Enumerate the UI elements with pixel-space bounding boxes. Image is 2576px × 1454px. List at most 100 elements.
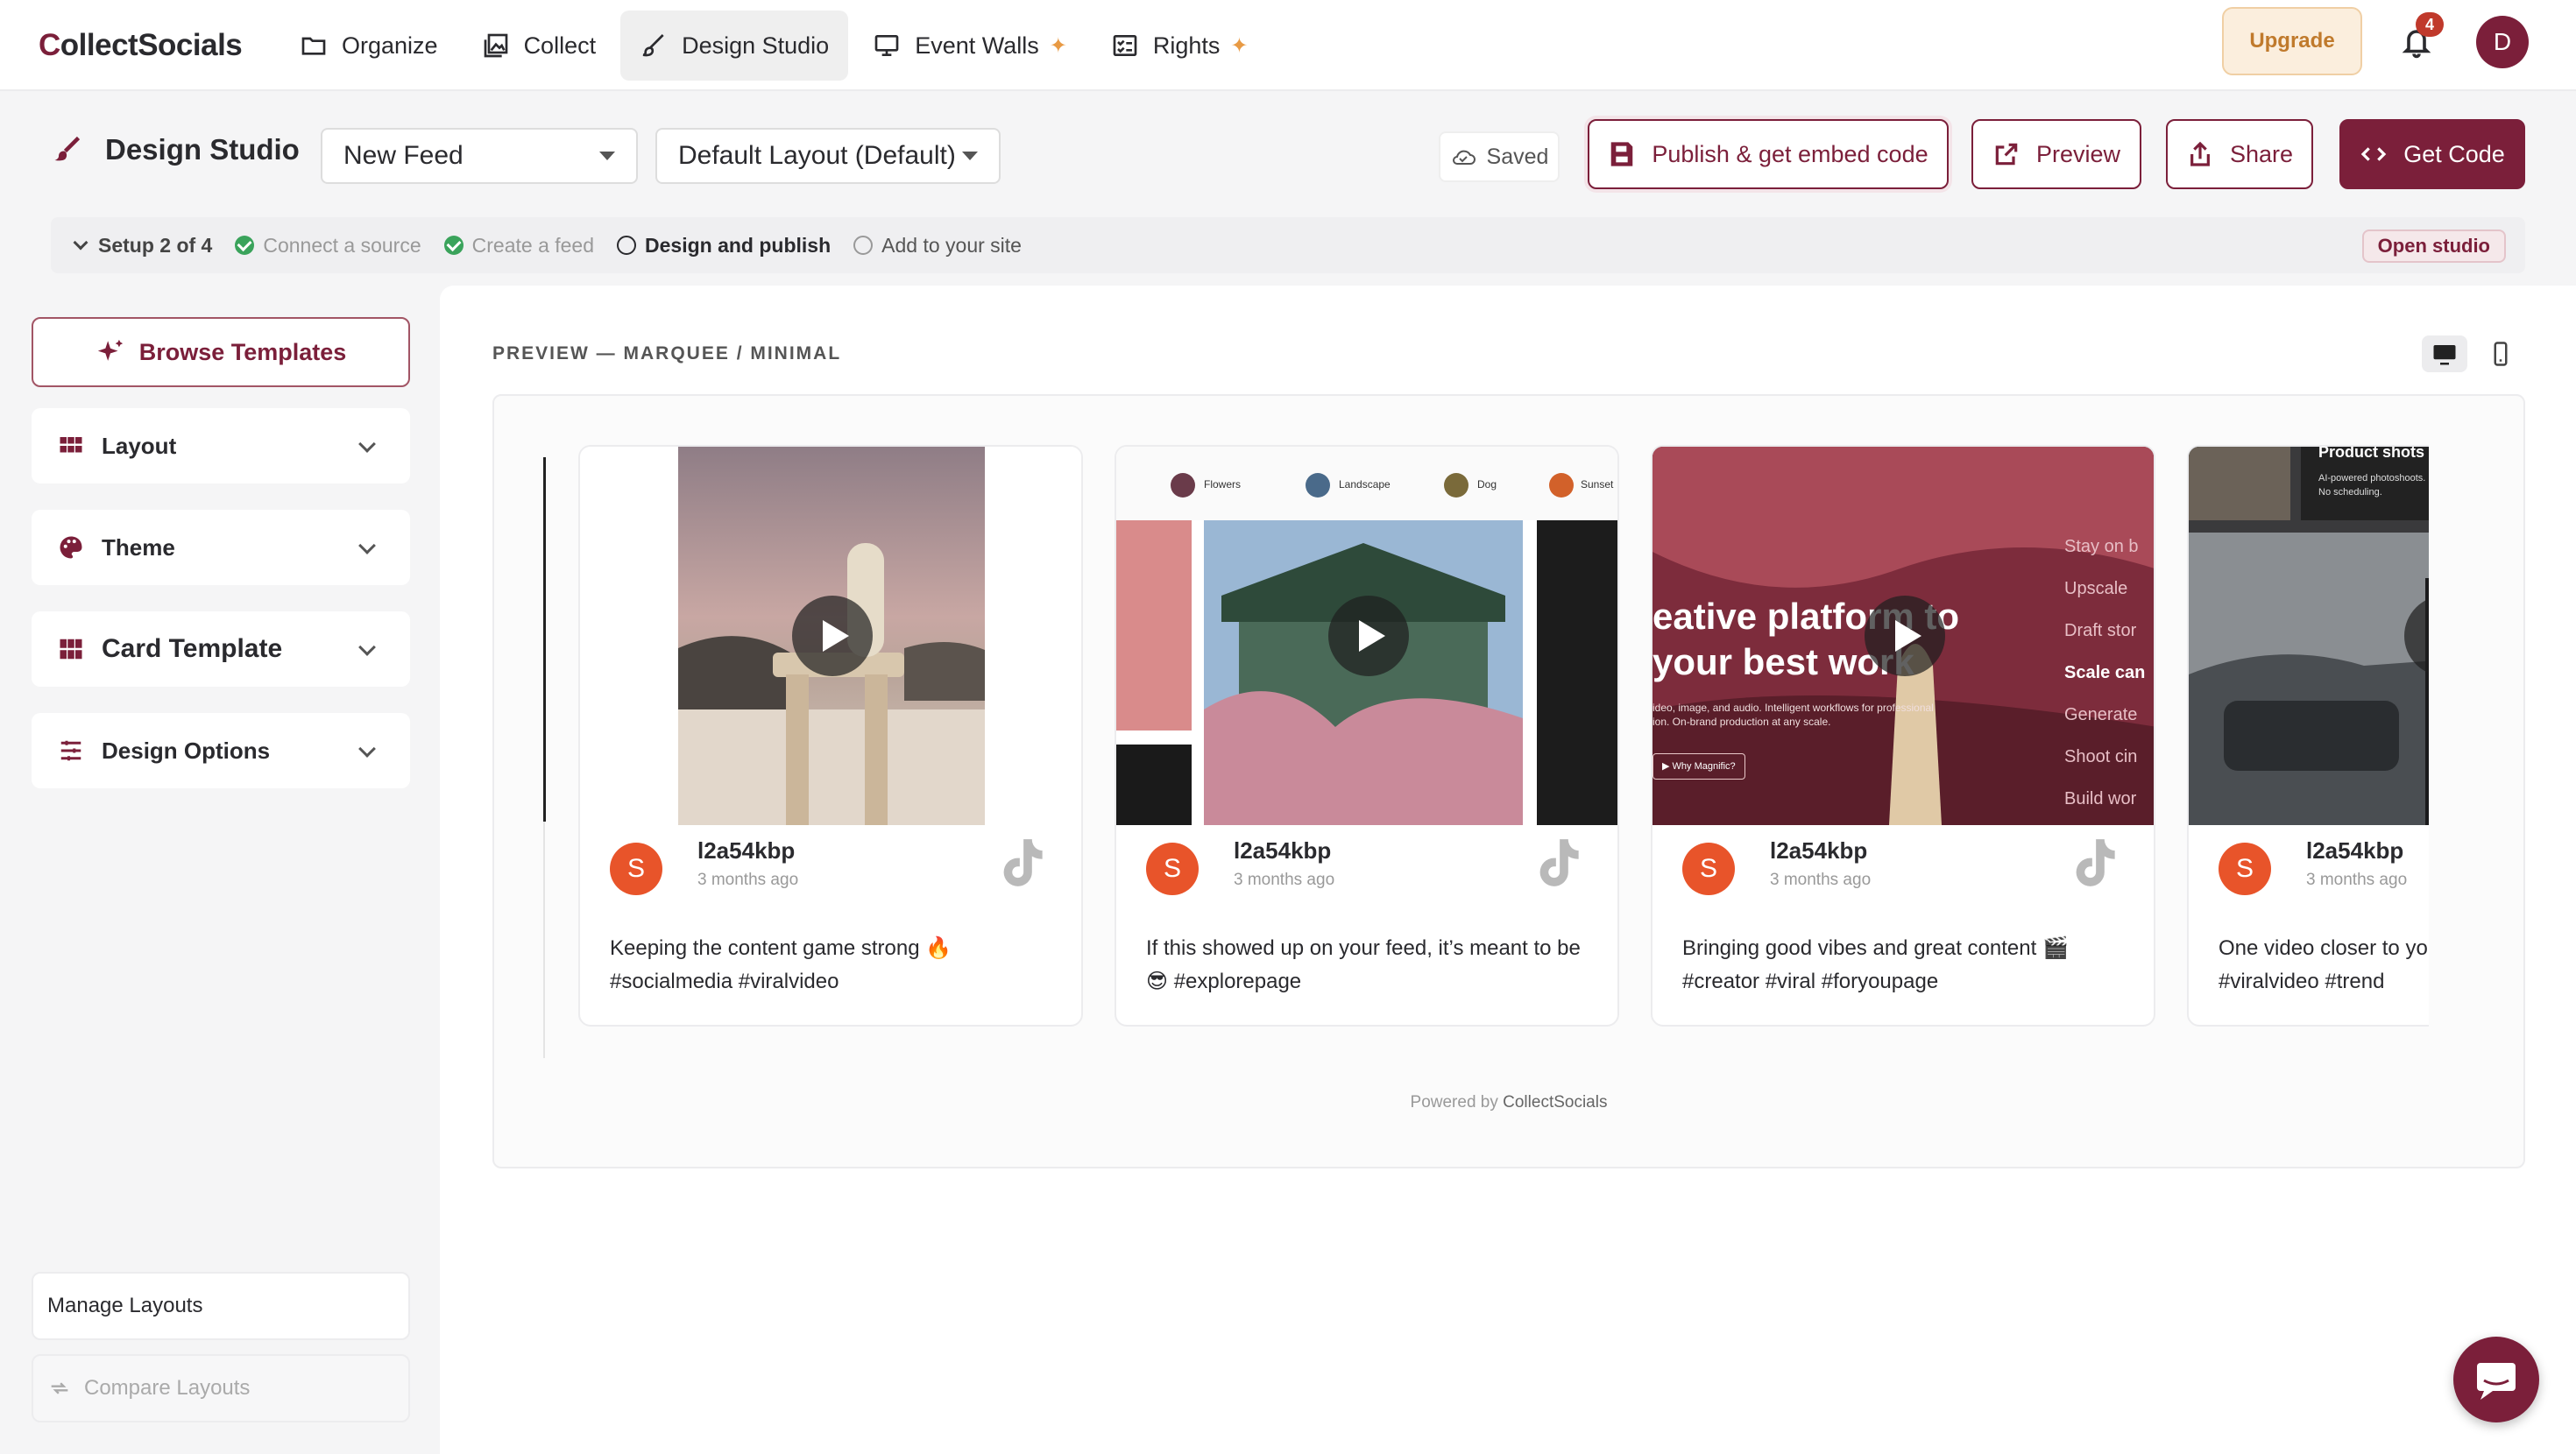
post-card[interactable]: eative platform to your best work ideo, … xyxy=(1651,445,2155,1027)
compare-icon xyxy=(51,1382,68,1394)
browse-templates-button[interactable]: Browse Templates xyxy=(32,317,410,387)
setup-step-create[interactable]: Create a feed xyxy=(443,234,594,258)
section-theme[interactable]: Theme xyxy=(32,510,410,585)
chip-label: Dog xyxy=(1477,478,1497,491)
caret-down-icon xyxy=(962,152,978,160)
user-avatar[interactable]: D xyxy=(2476,16,2529,68)
open-studio-button[interactable]: Open studio xyxy=(2361,229,2506,263)
brush-icon xyxy=(54,136,81,161)
nav-event-walls[interactable]: Event Walls ✦ xyxy=(853,11,1086,81)
nav-label: Rights xyxy=(1152,32,1221,59)
overlay-list-item: Build wor xyxy=(2064,789,2137,808)
sparkles-icon xyxy=(97,339,123,361)
desktop-view-button[interactable] xyxy=(2422,335,2467,372)
overlay-cta: ▶ Why Magnific? xyxy=(1652,753,1745,780)
logo[interactable]: CollectSocials xyxy=(39,21,243,70)
post-username: l2a54kbp xyxy=(1234,837,1332,864)
mobile-icon xyxy=(2494,342,2508,366)
setup-toggle[interactable]: Setup 2 of 4 xyxy=(73,233,213,258)
post-card[interactable]: Flowers Landscape Dog Sunset S l2a54kbp … xyxy=(1115,445,1619,1027)
desktop-icon xyxy=(2433,345,2456,365)
section-label: Design Options xyxy=(102,737,271,764)
saved-status: Saved xyxy=(1439,131,1560,182)
compare-layouts-button[interactable]: Compare Layouts xyxy=(32,1354,410,1422)
upgrade-button[interactable]: Upgrade xyxy=(2222,7,2362,75)
post-card[interactable]: S l2a54kbp 3 months ago Keeping the cont… xyxy=(578,445,1083,1027)
get-code-button[interactable]: Get Code xyxy=(2339,119,2525,189)
palette-icon xyxy=(60,536,82,559)
monitor-icon xyxy=(874,35,899,56)
sliders-icon xyxy=(60,740,81,761)
layout-select[interactable]: Default Layout (Default) xyxy=(655,128,1001,184)
nav-rights[interactable]: Rights ✦ xyxy=(1092,11,1268,81)
setup-step-design[interactable]: Design and publish xyxy=(617,234,831,258)
setup-step-add[interactable]: Add to your site xyxy=(853,234,1022,258)
post-caption: Keeping the content game strong 🔥 #socia… xyxy=(610,936,952,993)
check-circle-icon xyxy=(443,236,464,255)
post-card[interactable]: Product shots AI-powered photoshoots. No… xyxy=(2187,445,2429,1027)
logo-wordmark: ollectSocials xyxy=(60,28,243,62)
top-nav: CollectSocials Organize Collect Design S… xyxy=(0,0,2576,91)
share-label: Share xyxy=(2229,140,2294,167)
powered-by: Powered by CollectSocials xyxy=(494,1093,2523,1112)
post-timestamp: 3 months ago xyxy=(2306,871,2408,889)
brush-icon xyxy=(642,34,664,57)
nav-collect[interactable]: Collect xyxy=(463,11,616,81)
device-toggle xyxy=(2422,335,2523,373)
overlay-list-item: Generate xyxy=(2064,705,2138,724)
external-link-icon xyxy=(1995,143,2018,166)
chat-button[interactable] xyxy=(2453,1337,2539,1422)
caret-down-icon xyxy=(599,152,615,160)
post-author-avatar: S xyxy=(2219,843,2271,895)
nav-design-studio[interactable]: Design Studio xyxy=(620,11,849,81)
category-chips: Flowers Landscape Dog Sunset xyxy=(1116,473,1617,499)
setup-head-label: Setup 2 of 4 xyxy=(98,233,213,257)
overlay-subtext: ideo, image, and audio. Intelligent work… xyxy=(1652,702,1934,728)
setup-step-label: Add to your site xyxy=(881,233,1022,257)
track-edge xyxy=(543,457,546,822)
sparkle-icon: ✦ xyxy=(1049,33,1067,58)
section-label: Layout xyxy=(102,432,177,459)
gallery-icon xyxy=(484,33,507,58)
setup-step-label: Design and publish xyxy=(645,233,832,257)
cloud-icon xyxy=(1452,150,1476,165)
section-layout[interactable]: Layout xyxy=(32,408,410,483)
play-icon[interactable] xyxy=(1865,596,1945,676)
powered-brand[interactable]: CollectSocials xyxy=(1503,1093,1607,1112)
feed-select[interactable]: New Feed xyxy=(321,128,638,184)
tiktok-icon xyxy=(1003,839,1043,886)
sidebar: Browse Templates Layout Theme Card Templ… xyxy=(0,286,438,1454)
section-label: Theme xyxy=(102,533,175,561)
share-button[interactable]: Share xyxy=(2166,119,2313,189)
manage-layouts-button[interactable]: Manage Layouts xyxy=(32,1272,410,1340)
section-design-options[interactable]: Design Options xyxy=(32,713,410,788)
page-title: Design Studio xyxy=(51,133,300,166)
post-media[interactable]: Flowers Landscape Dog Sunset xyxy=(1116,447,1617,825)
publish-button[interactable]: Publish & get embed code xyxy=(1588,119,1949,189)
nav-organize[interactable]: Organize xyxy=(280,11,457,81)
chevron-down-icon xyxy=(358,639,376,656)
overlay-list-item: Stay on b xyxy=(2064,537,2139,556)
post-media[interactable]: eative platform to your best work ideo, … xyxy=(1652,447,2154,825)
setup-progress: Setup 2 of 4 Connect a source Create a f… xyxy=(51,217,2525,273)
mobile-view-button[interactable] xyxy=(2478,335,2523,372)
manage-layouts-label: Manage Layouts xyxy=(47,1294,203,1317)
track-edge xyxy=(543,822,545,1058)
post-caption: One video closer to your ✨ #viralvideo #… xyxy=(2219,936,2429,993)
publish-label: Publish & get embed code xyxy=(1652,140,1928,167)
overlay-list-item: Scale can xyxy=(2064,663,2146,682)
feed-select-value: New Feed xyxy=(343,141,464,170)
overlay-title: Product shots xyxy=(2318,447,2425,461)
section-card-template[interactable]: Card Template xyxy=(32,611,410,687)
preview-button[interactable]: Preview xyxy=(1971,119,2141,189)
overlay-list-item: Upscale xyxy=(2064,579,2128,598)
overlay-list: Stay on b Upscale Draft stor Scale can G… xyxy=(2064,526,2154,820)
post-media[interactable]: Product shots AI-powered photoshoots. No… xyxy=(2189,447,2429,825)
play-icon[interactable] xyxy=(792,596,873,676)
nav-label: Organize xyxy=(342,32,438,59)
play-icon[interactable] xyxy=(1328,596,1409,676)
setup-step-connect[interactable]: Connect a source xyxy=(235,234,421,258)
post-media[interactable] xyxy=(580,447,1081,825)
overlay-subtext: AI-powered photoshoots. No s No scheduli… xyxy=(2318,473,2429,498)
chip-label: Flowers xyxy=(1204,478,1242,491)
